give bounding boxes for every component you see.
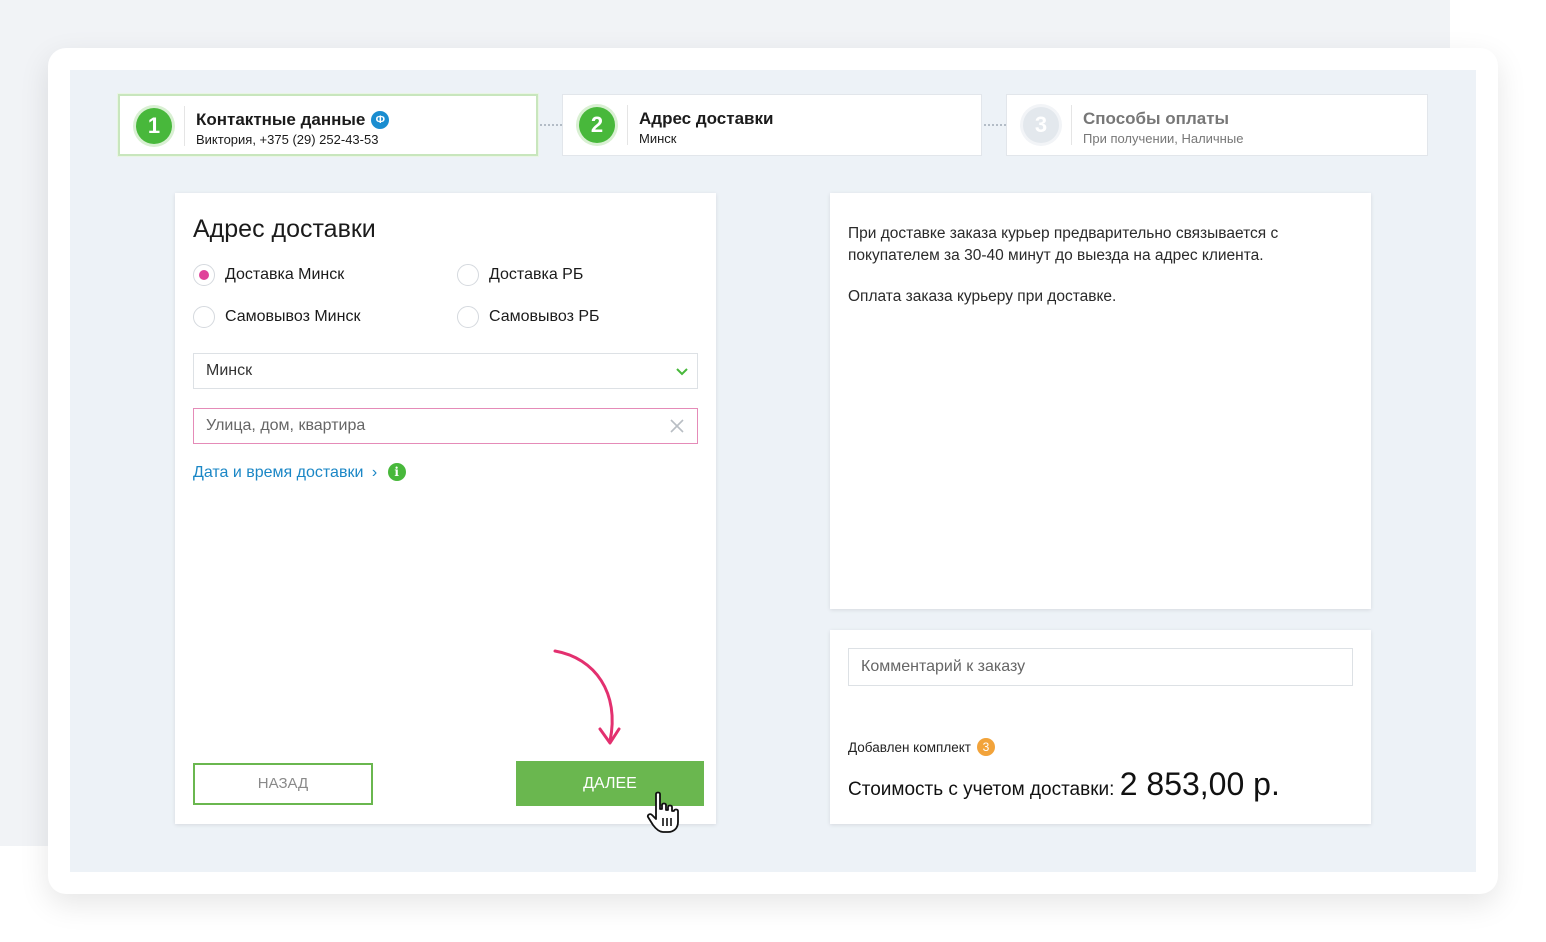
kit-added-label: Добавлен комплект 3 <box>848 738 995 756</box>
delivery-date-link[interactable]: Дата и время доставки › i <box>193 463 406 482</box>
clear-icon[interactable] <box>668 417 686 435</box>
step-title-text: Контактные данные <box>196 110 366 129</box>
radio-label: Самовывоз РБ <box>489 308 600 325</box>
delivery-info-card: При доставке заказа курьер предварительн… <box>830 193 1371 609</box>
radio-label: Самовывоз Минск <box>225 308 361 325</box>
total-amount: 2 853,00 р. <box>1119 766 1280 802</box>
step-divider <box>1071 105 1072 145</box>
chevron-right-icon: › <box>371 464 378 481</box>
checkout-canvas: 1 Контактные данные Ф Виктория, +375 (29)… <box>70 70 1476 872</box>
radio-label: Доставка Минск <box>225 266 345 283</box>
radio-pickup-minsk[interactable]: Самовывоз Минск <box>193 306 360 328</box>
step-title: Контактные данные Ф <box>196 110 390 130</box>
step-title: Адрес доставки <box>639 109 774 128</box>
step-payment[interactable]: 3 Способы оплаты При получении, Наличные <box>1006 94 1428 156</box>
order-comment-input[interactable] <box>848 648 1353 686</box>
step-divider <box>627 105 628 145</box>
step-connector <box>540 124 562 126</box>
step-subtitle: Минск <box>639 131 677 146</box>
address-form-title: Адрес доставки <box>193 215 376 243</box>
radio-unchecked-icon <box>193 306 215 328</box>
step-connector <box>984 124 1006 126</box>
kit-label-text: Добавлен комплект <box>848 740 971 755</box>
radio-unchecked-icon <box>457 306 479 328</box>
delivery-info-text: При доставке заказа курьер предварительн… <box>848 223 1328 327</box>
city-select[interactable]: Минск <box>193 353 698 389</box>
info-paragraph: Оплата заказа курьеру при доставке. <box>848 288 1117 305</box>
app-window: 1 Контактные данные Ф Виктория, +375 (29)… <box>48 48 1498 894</box>
radio-delivery-rb[interactable]: Доставка РБ <box>457 264 583 286</box>
city-select-value: Минск <box>206 362 253 379</box>
radio-pickup-rb[interactable]: Самовывоз РБ <box>457 306 600 328</box>
step-subtitle: Виктория, +375 (29) 252-43-53 <box>196 132 379 147</box>
total-cost: Стоимость с учетом доставки: 2 853,00 р. <box>848 766 1280 803</box>
step-number-3: 3 <box>1023 107 1059 143</box>
order-summary-card: Добавлен комплект 3 Стоимость с учетом до… <box>830 630 1371 824</box>
radio-delivery-minsk[interactable]: Доставка Минск <box>193 264 344 286</box>
info-paragraph: При доставке заказа курьер предварительн… <box>848 225 1279 264</box>
radio-unchecked-icon <box>457 264 479 286</box>
step-address[interactable]: 2 Адрес доставки Минск <box>562 94 982 156</box>
hand-cursor-icon <box>646 791 679 833</box>
address-form-card: Адрес доставки Доставка Минск Доставка Р… <box>175 193 716 833</box>
radio-label: Доставка РБ <box>489 266 584 283</box>
step-number-1: 1 <box>136 108 172 144</box>
info-badge-icon: Ф <box>371 111 390 129</box>
step-subtitle: При получении, Наличные <box>1083 131 1244 146</box>
curved-arrow-icon <box>553 649 621 745</box>
kit-count-badge: 3 <box>976 738 995 756</box>
radio-checked-icon <box>193 264 215 286</box>
step-divider <box>184 106 185 146</box>
step-title: Способы оплаты <box>1083 109 1230 128</box>
delivery-date-link-text: Дата и время доставки <box>193 464 364 481</box>
back-button[interactable]: НАЗАД <box>193 763 373 805</box>
info-icon[interactable]: i <box>387 463 406 481</box>
street-input[interactable] <box>193 408 698 444</box>
total-label: Стоимость с учетом доставки: <box>848 779 1115 800</box>
chevron-down-icon <box>676 368 688 376</box>
step-number-2: 2 <box>579 107 615 143</box>
step-contact[interactable]: 1 Контактные данные Ф Виктория, +375 (29)… <box>118 94 538 156</box>
